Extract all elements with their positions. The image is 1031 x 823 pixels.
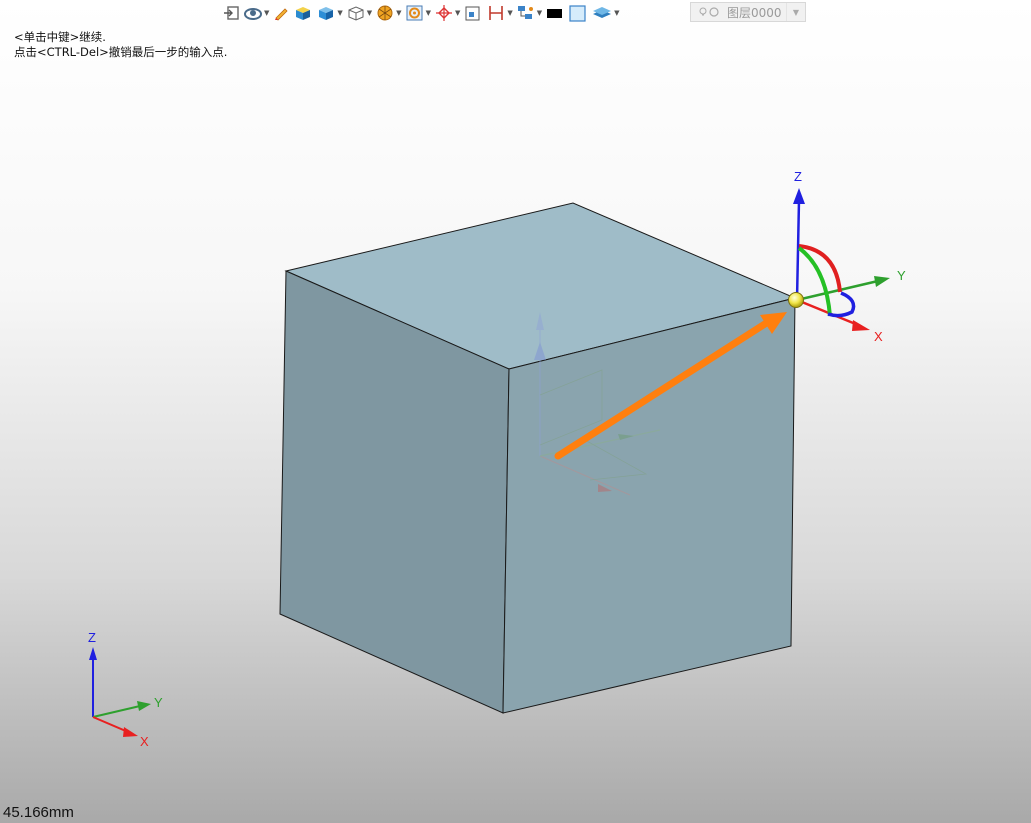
triad-x-label: X: [874, 329, 883, 344]
view-triad-x-label: X: [140, 734, 149, 749]
cube-right-face[interactable]: [502, 297, 796, 714]
triad-y-label: Y: [897, 268, 906, 283]
rotate-handle-blue[interactable]: [827, 291, 856, 318]
view-triad-z-label: Z: [88, 630, 96, 645]
origin-handle[interactable]: [788, 292, 804, 308]
view-triad-y-label: Y: [154, 695, 163, 710]
viewport-3d[interactable]: Z Y X Z Y X: [0, 0, 1031, 823]
cube-solid[interactable]: [279, 202, 797, 714]
view-triad: Z Y X: [88, 630, 163, 749]
distance-readout: 45.166mm: [3, 804, 74, 821]
triad-z-label: Z: [794, 169, 802, 184]
manipulator-triad[interactable]: Z Y X: [788, 169, 907, 344]
